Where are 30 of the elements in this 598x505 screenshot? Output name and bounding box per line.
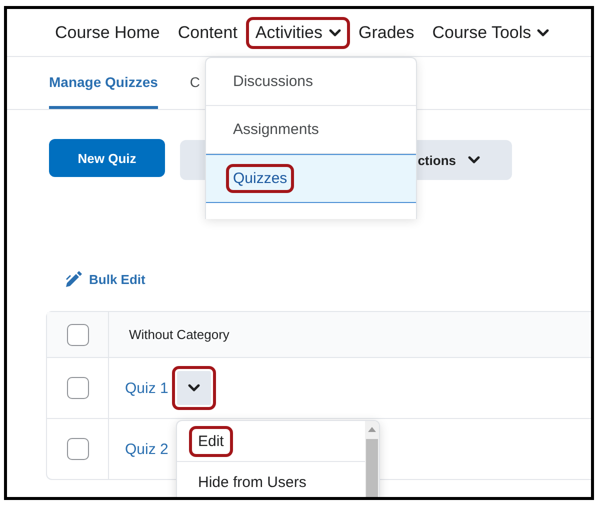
new-quiz-button[interactable]: New Quiz: [49, 139, 165, 177]
chevron-down-icon: [537, 28, 550, 36]
chevron-down-icon: [468, 156, 480, 164]
checkbox[interactable]: [66, 377, 88, 399]
menu-item-label: Quizzes: [226, 164, 294, 193]
pencil-icon: [65, 270, 83, 288]
menu-item-label: Assignments: [232, 120, 320, 140]
scroll-up-icon[interactable]: [368, 426, 376, 432]
nav-link[interactable]: Content: [168, 16, 246, 48]
scrollbar[interactable]: [365, 421, 379, 497]
menu-item[interactable]: Edit: [189, 426, 233, 456]
checkbox[interactable]: [66, 324, 88, 346]
quiz-link[interactable]: Quiz 1: [125, 380, 168, 396]
nav-link[interactable]: Activities: [246, 16, 350, 48]
menu-item[interactable]: Hide from Users: [189, 466, 316, 497]
checkbox[interactable]: [66, 438, 88, 460]
nav-link[interactable]: Grades: [350, 16, 424, 48]
chevron-down-icon: [188, 384, 200, 392]
menu-item[interactable]: Quizzes: [206, 154, 416, 203]
category-label: Without Category: [128, 327, 230, 342]
chevron-down-icon: [328, 28, 340, 36]
bulk-edit-link[interactable]: Bulk Edit: [89, 272, 146, 286]
tab[interactable]: C: [190, 57, 200, 109]
row-menu-button[interactable]: [172, 366, 216, 410]
menu-item-label: Discussions: [232, 72, 314, 92]
tab[interactable]: Manage Quizzes: [49, 57, 158, 109]
menu-item[interactable]: Discussions: [206, 58, 416, 106]
nav-link[interactable]: Course Tools: [423, 16, 558, 48]
nav-link[interactable]: Course Home: [46, 16, 169, 48]
quiz-link[interactable]: Quiz 2: [125, 440, 168, 458]
